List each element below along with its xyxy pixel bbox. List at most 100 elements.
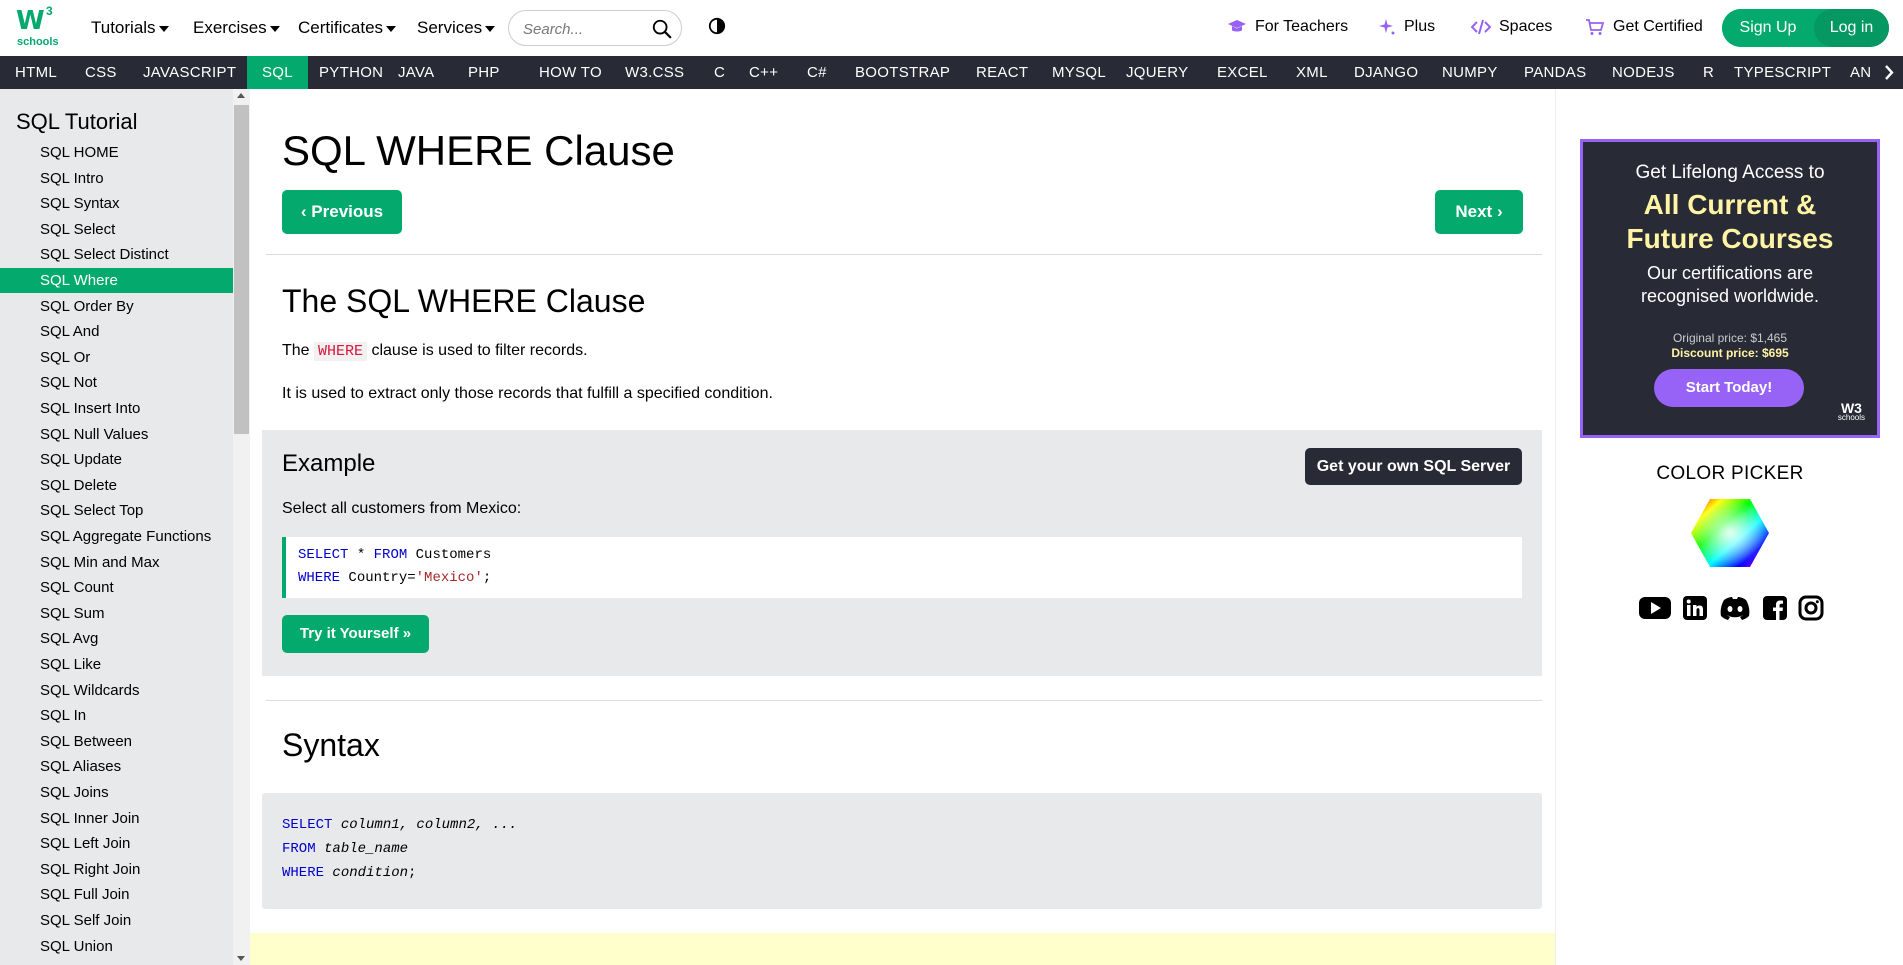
sidebar-item-sql-joins[interactable]: SQL Joins: [0, 780, 233, 805]
code-text: column1, column2, ...: [332, 817, 518, 833]
sidebar-item-sql-full-join[interactable]: SQL Full Join: [0, 882, 233, 907]
sidebar-item-sql-delete[interactable]: SQL Delete: [0, 473, 233, 498]
search-input[interactable]: [523, 19, 653, 39]
sidebar-item-sql-like[interactable]: SQL Like: [0, 652, 233, 677]
nav-item-typescript[interactable]: TYPESCRIPT: [1719, 56, 1846, 89]
sidebar-item-sql-syntax[interactable]: SQL Syntax: [0, 191, 233, 216]
exercises-menu[interactable]: Exercises: [193, 18, 280, 38]
nav-item-r[interactable]: R: [1688, 56, 1729, 89]
sign-up-button[interactable]: Sign Up: [1722, 9, 1814, 47]
sidebar-item-sql-not[interactable]: SQL Not: [0, 370, 233, 395]
w3schools-logo[interactable]: W 3 schools: [16, 4, 60, 48]
nav-item-c#[interactable]: C#: [792, 56, 842, 89]
scroll-up-arrow-icon[interactable]: [237, 93, 245, 98]
sidebar-item-sql-select-distinct[interactable]: SQL Select Distinct: [0, 242, 233, 267]
sidebar-item-sql-in[interactable]: SQL In: [0, 703, 233, 728]
sidebar-item-sql-select-top[interactable]: SQL Select Top: [0, 498, 233, 523]
nav-item-jquery[interactable]: JQUERY: [1111, 56, 1203, 89]
ad-logo: W3 schools: [1838, 401, 1865, 423]
nav-item-django[interactable]: DJANGO: [1339, 56, 1433, 89]
sidebar-item-sql-sum[interactable]: SQL Sum: [0, 601, 233, 626]
sidebar-item-sql-insert-into[interactable]: SQL Insert Into: [0, 396, 233, 421]
sidebar-item-sql-inner-join[interactable]: SQL Inner Join: [0, 806, 233, 831]
code-keyword: SELECT: [298, 547, 349, 563]
nav-item-pandas[interactable]: PANDAS: [1509, 56, 1601, 89]
nav-item-c[interactable]: C: [699, 56, 740, 89]
spaces-link[interactable]: Spaces: [1471, 18, 1552, 36]
sidebar-item-sql-union[interactable]: SQL Union: [0, 934, 233, 959]
facebook-icon[interactable]: [1762, 595, 1788, 621]
sidebar: SQL Tutorial SQL HOME SQL Intro SQL Syntax…: [0, 89, 233, 965]
nav-item-javascript[interactable]: JAVASCRIPT: [128, 56, 251, 89]
sidebar-item-sql-aliases[interactable]: SQL Aliases: [0, 754, 233, 779]
sidebar-item-sql-intro[interactable]: SQL Intro: [0, 166, 233, 191]
instagram-icon[interactable]: [1798, 595, 1824, 621]
plus-label: Plus: [1404, 18, 1436, 35]
sidebar-item-sql-null-values[interactable]: SQL Null Values: [0, 422, 233, 447]
color-picker-title[interactable]: COLOR PICKER: [1556, 463, 1903, 485]
search-box: [508, 10, 682, 46]
nav-item-css[interactable]: CSS: [70, 56, 132, 89]
next-button[interactable]: Next ›: [1435, 190, 1523, 234]
example-heading: Example: [282, 450, 376, 477]
scroll-down-arrow-icon[interactable]: [237, 956, 245, 961]
sidebar-item-sql-min-and-max[interactable]: SQL Min and Max: [0, 550, 233, 575]
graduation-cap-icon: [1228, 20, 1246, 32]
sidebar-item-sql-and[interactable]: SQL And: [0, 319, 233, 344]
nav-item-how-to[interactable]: HOW TO: [524, 56, 617, 89]
nav-item-numpy[interactable]: NUMPY: [1427, 56, 1513, 89]
nav-item-sql[interactable]: SQL: [247, 56, 308, 89]
sidebar-item-sql-avg[interactable]: SQL Avg: [0, 626, 233, 651]
search-icon[interactable]: [651, 18, 673, 40]
nav-scroll-right-button[interactable]: [1875, 56, 1903, 89]
youtube-icon[interactable]: [1638, 595, 1672, 621]
nav-item-bootstrap[interactable]: BOOTSTRAP: [840, 56, 965, 89]
tutorials-menu[interactable]: Tutorials: [91, 18, 169, 38]
nav-item-nodejs[interactable]: NODEJS: [1597, 56, 1690, 89]
scrollbar-thumb[interactable]: [234, 105, 249, 434]
log-in-button[interactable]: Log in: [1814, 9, 1889, 47]
sidebar-item-sql-or[interactable]: SQL Or: [0, 345, 233, 370]
sidebar-item-sql-where[interactable]: SQL Where: [0, 268, 233, 293]
sidebar-item-sql-right-join[interactable]: SQL Right Join: [0, 857, 233, 882]
sidebar-item-sql-update[interactable]: SQL Update: [0, 447, 233, 472]
sidebar-scrollbar[interactable]: [233, 89, 250, 965]
sidebar-item-sql-aggregate-functions[interactable]: SQL Aggregate Functions: [0, 524, 233, 549]
previous-label: Previous: [311, 202, 384, 221]
sidebar-item-sql-self-join[interactable]: SQL Self Join: [0, 908, 233, 933]
get-certified-link[interactable]: Get Certified: [1585, 18, 1703, 36]
sidebar-item-sql-group-by[interactable]: SQL Group By: [0, 959, 233, 965]
course-ad[interactable]: Get Lifelong Access to All Current & Futu…: [1580, 139, 1880, 438]
nav-item-python[interactable]: PYTHON: [304, 56, 398, 89]
ad-headline-line: Future Courses: [1626, 223, 1834, 254]
nav-item-mysql[interactable]: MYSQL: [1037, 56, 1121, 89]
for-teachers-link[interactable]: For Teachers: [1227, 18, 1348, 36]
linkedin-icon[interactable]: [1682, 595, 1708, 621]
try-it-yourself-button[interactable]: Try it Yourself »: [282, 615, 429, 653]
certificates-menu[interactable]: Certificates: [298, 18, 397, 38]
previous-button[interactable]: ‹ Previous: [282, 190, 402, 234]
sidebar-item-sql-left-join[interactable]: SQL Left Join: [0, 831, 233, 856]
nav-item-react[interactable]: REACT: [961, 56, 1043, 89]
plus-link[interactable]: Plus: [1378, 18, 1435, 36]
services-menu[interactable]: Services: [417, 18, 496, 38]
nav-item-html[interactable]: HTML: [0, 56, 72, 89]
color-picker-hexagon-icon[interactable]: [1690, 497, 1770, 569]
discord-icon[interactable]: [1718, 595, 1752, 621]
sidebar-item-sql-home[interactable]: SQL HOME: [0, 140, 233, 165]
sidebar-item-sql-count[interactable]: SQL Count: [0, 575, 233, 600]
get-sql-server-button[interactable]: Get your own SQL Server: [1305, 448, 1522, 485]
start-today-button[interactable]: Start Today!: [1654, 369, 1804, 407]
contrast-toggle-icon[interactable]: [708, 17, 726, 35]
nav-item-c++[interactable]: C++: [734, 56, 793, 89]
sidebar-item-sql-between[interactable]: SQL Between: [0, 729, 233, 754]
sidebar-item-sql-wildcards[interactable]: SQL Wildcards: [0, 678, 233, 703]
nav-item-w3-css[interactable]: W3.CSS: [610, 56, 699, 89]
nav-item-excel[interactable]: EXCEL: [1202, 56, 1283, 89]
nav-item-xml[interactable]: XML: [1281, 56, 1343, 89]
nav-item-php[interactable]: PHP: [453, 56, 515, 89]
sidebar-item-sql-select[interactable]: SQL Select: [0, 217, 233, 242]
certificates-label: Certificates: [298, 18, 384, 37]
sidebar-item-sql-order-by[interactable]: SQL Order By: [0, 294, 233, 319]
ad-subtext-line: Our certifications are: [1646, 263, 1814, 283]
